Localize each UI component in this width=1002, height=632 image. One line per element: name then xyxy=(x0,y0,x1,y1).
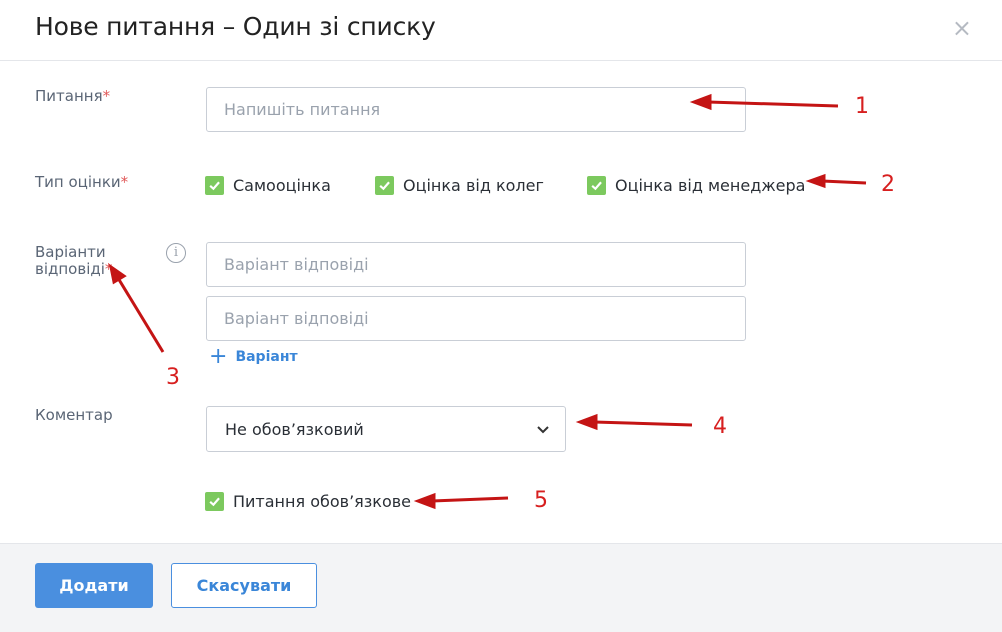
check-icon xyxy=(587,176,606,195)
answer-option-input-2[interactable] xyxy=(206,296,746,341)
checkbox-peer-assessment[interactable]: Оцінка від колег xyxy=(375,176,544,195)
dialog-title: Нове питання – Один зі списку xyxy=(35,12,436,41)
checkbox-self-assessment[interactable]: Самооцінка xyxy=(205,176,331,195)
add-button[interactable]: Додати xyxy=(35,563,153,608)
question-input[interactable] xyxy=(206,87,746,132)
check-icon xyxy=(205,176,224,195)
question-label: Питання* xyxy=(35,87,111,105)
comment-select[interactable]: Не обов’язковий xyxy=(206,406,566,452)
info-icon[interactable]: i xyxy=(166,243,186,263)
comment-select-value: Не обов’язковий xyxy=(225,419,364,439)
annotation-2: 2 xyxy=(881,172,895,197)
annotation-1: 1 xyxy=(855,94,869,119)
close-icon[interactable]: × xyxy=(952,14,972,42)
annotation-3: 3 xyxy=(166,365,180,390)
dialog-footer: Додати Скасувати xyxy=(0,543,1002,632)
plus-icon: + xyxy=(209,344,228,369)
checkbox-required-question[interactable]: Питання обов’язкове xyxy=(205,492,411,511)
cancel-button[interactable]: Скасувати xyxy=(171,563,317,608)
assessment-type-label: Тип оцінки* xyxy=(35,173,129,191)
answer-option-input-1[interactable] xyxy=(206,242,746,287)
comment-label: Коментар xyxy=(35,406,113,424)
dialog-header: Нове питання – Один зі списку × xyxy=(0,0,1002,61)
add-option-button[interactable]: + Варіант xyxy=(209,344,298,369)
annotation-5: 5 xyxy=(534,488,548,513)
check-icon xyxy=(205,492,224,511)
annotation-4: 4 xyxy=(713,414,727,439)
checkbox-manager-assessment[interactable]: Оцінка від менеджера xyxy=(587,176,805,195)
answers-label: Варіанти відповіді* xyxy=(35,243,113,278)
chevron-down-icon xyxy=(536,420,550,439)
check-icon xyxy=(375,176,394,195)
